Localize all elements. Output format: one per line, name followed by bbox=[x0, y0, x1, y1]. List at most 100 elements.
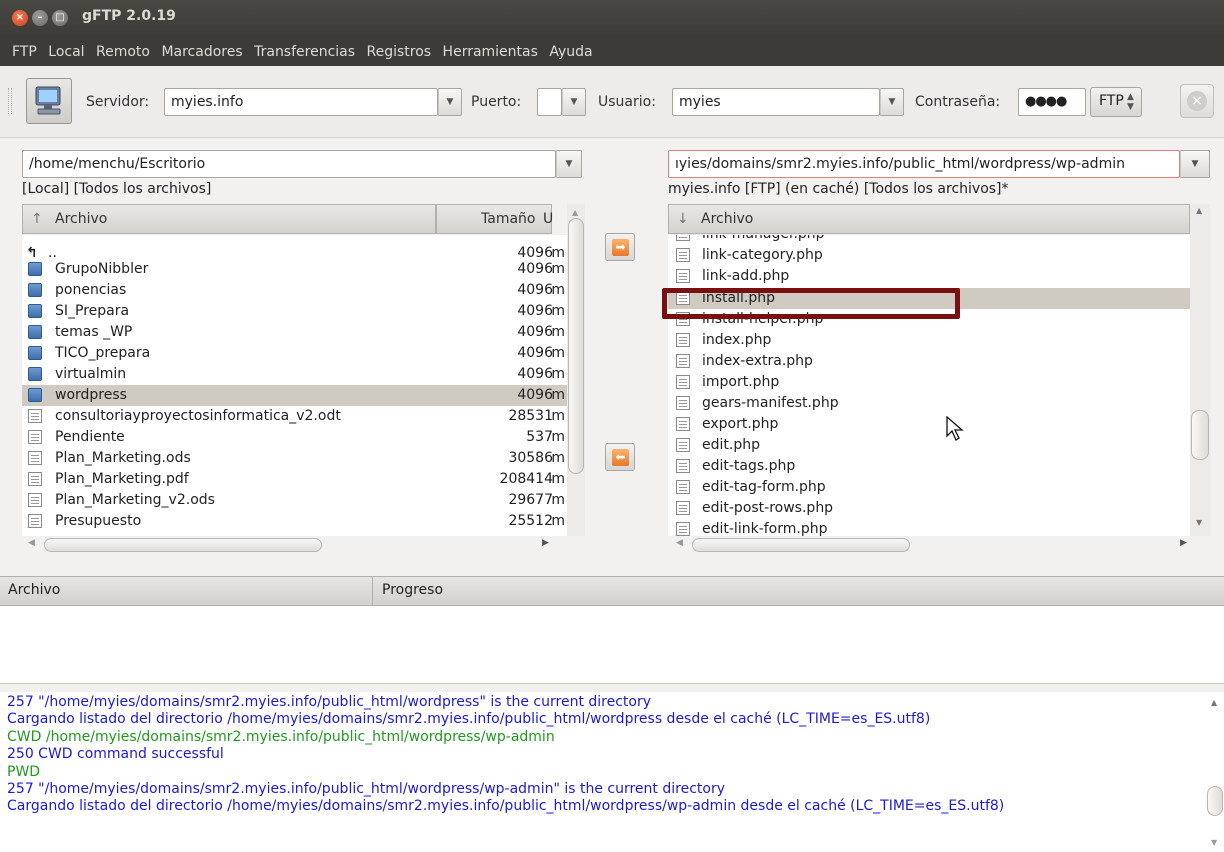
local-hscroll-thumb[interactable] bbox=[44, 538, 322, 552]
maximize-window-button[interactable]: □ bbox=[52, 10, 68, 26]
local-status: [Local] [Todos los archivos] bbox=[22, 181, 212, 197]
list-item[interactable]: Pendiente 537 m bbox=[22, 427, 567, 448]
menu-ayuda[interactable]: Ayuda bbox=[549, 36, 592, 68]
menu-herramientas[interactable]: Herramientas bbox=[443, 36, 538, 68]
list-item[interactable]: ponencias 4096 m bbox=[22, 280, 567, 301]
remote-path-dropdown-button[interactable]: ▼ bbox=[1180, 150, 1210, 178]
menu-local[interactable]: Local bbox=[48, 36, 84, 68]
close-window-button[interactable]: × bbox=[12, 10, 28, 26]
local-vertical-scrollbar[interactable]: ▲ bbox=[567, 204, 585, 536]
log-line: Cargando listado del directorio /home/my… bbox=[7, 798, 1005, 815]
list-item[interactable]: link-category.php bbox=[668, 245, 1190, 266]
scroll-up-icon: ▲ bbox=[1196, 206, 1203, 215]
list-item[interactable]: edit-post-rows.php bbox=[668, 498, 1190, 519]
list-item[interactable]: virtualmin 4096 m bbox=[22, 364, 567, 385]
port-dropdown-button[interactable]: ▼ bbox=[562, 88, 586, 116]
list-item[interactable]: edit-tags.php bbox=[668, 456, 1190, 477]
computer-icon bbox=[35, 86, 61, 115]
upload-button[interactable]: ➡ bbox=[605, 233, 635, 261]
list-item[interactable]: link-manager.php bbox=[668, 235, 1190, 245]
document-icon bbox=[676, 417, 690, 431]
list-item[interactable]: gears-manifest.php bbox=[668, 393, 1190, 414]
sort-up-icon: ↑ bbox=[31, 211, 43, 227]
scroll-left-icon: ◀ bbox=[676, 538, 683, 548]
list-item[interactable]: Plan_Marketing.pdf 208414 m bbox=[22, 469, 567, 490]
folder-icon bbox=[28, 262, 42, 276]
list-item[interactable]: edit-link-form.php bbox=[668, 519, 1190, 536]
local-col-size-header[interactable]: Tamaño U bbox=[436, 204, 553, 234]
log-scroll-thumb[interactable] bbox=[1207, 786, 1223, 816]
remote-scroll-thumb[interactable] bbox=[1191, 410, 1209, 460]
list-item[interactable]: export.php bbox=[668, 414, 1190, 435]
log-line: 257 "/home/myies/domains/smr2.myies.info… bbox=[7, 781, 725, 798]
local-path-dropdown-button[interactable]: ▼ bbox=[556, 150, 582, 178]
remote-file-list[interactable]: link-manager.php link-category.php link-… bbox=[668, 235, 1190, 536]
stop-button[interactable]: × bbox=[1180, 84, 1214, 118]
document-icon bbox=[28, 451, 42, 465]
list-item[interactable]: consultoriayproyectosinformatica_v2.odt … bbox=[22, 406, 567, 427]
list-item[interactable]: temas _WP 4096 m bbox=[22, 322, 567, 343]
remote-col-name-header[interactable]: ↓ Archivo bbox=[668, 204, 1190, 234]
remote-path-input[interactable]: ıyies/domains/smr2.myies.info/public_htm… bbox=[668, 150, 1180, 178]
remote-vertical-scrollbar[interactable]: ▲ ▼ bbox=[1190, 204, 1210, 536]
protocol-value: FTP bbox=[1099, 93, 1124, 109]
connect-button[interactable] bbox=[26, 78, 72, 124]
user-dropdown-button[interactable]: ▼ bbox=[880, 88, 904, 116]
list-item[interactable]: Plan_Marketing.ods 30586 m bbox=[22, 448, 567, 469]
list-item[interactable]: import.php bbox=[668, 372, 1190, 393]
menu-registros[interactable]: Registros bbox=[367, 36, 432, 68]
user-input[interactable]: myies bbox=[672, 88, 880, 116]
log-line: PWD bbox=[7, 763, 41, 780]
download-button[interactable]: ⬅ bbox=[605, 443, 635, 471]
transfers-col-file[interactable]: Archivo bbox=[8, 582, 60, 598]
menu-transferencias[interactable]: Transferencias bbox=[254, 36, 355, 68]
minimize-window-button[interactable]: – bbox=[32, 10, 48, 26]
scroll-down-icon: ▼ bbox=[1196, 518, 1203, 527]
protocol-select[interactable]: FTP ▲ ▼ bbox=[1090, 87, 1142, 117]
list-item[interactable]: Plan_Marketing_v2.ods 29677 m bbox=[22, 490, 567, 511]
list-item[interactable]: GrupoNibbler 4096 m bbox=[22, 259, 567, 280]
menu-marcadores[interactable]: Marcadores bbox=[161, 36, 242, 68]
local-scroll-thumb[interactable] bbox=[568, 218, 584, 474]
menu-remoto[interactable]: Remoto bbox=[96, 36, 150, 68]
spin-arrows-icon: ▲ ▼ bbox=[1127, 92, 1134, 112]
scroll-up-icon: ▲ bbox=[1211, 698, 1218, 707]
list-item[interactable]: index.php bbox=[668, 330, 1190, 351]
folder-icon bbox=[28, 346, 42, 360]
list-item[interactable]: link-add.php bbox=[668, 266, 1190, 287]
transfers-header: Archivo Progreso bbox=[0, 576, 1224, 606]
server-input[interactable]: myies.info bbox=[164, 88, 438, 116]
local-file-list[interactable]: ↰ .. 4096 m GrupoNibbler 4096 m ponencia… bbox=[22, 235, 567, 536]
list-item[interactable]: Presupuesto 25512 m bbox=[22, 511, 567, 532]
list-item[interactable]: edit-tag-form.php bbox=[668, 477, 1190, 498]
document-icon bbox=[28, 409, 42, 423]
document-icon bbox=[28, 493, 42, 507]
log-line: 257 "/home/myies/domains/smr2.myies.info… bbox=[7, 694, 652, 710]
list-item[interactable]: edit.php bbox=[668, 435, 1190, 456]
menu-ftp[interactable]: FTP bbox=[12, 36, 37, 68]
transfers-list[interactable] bbox=[0, 606, 1224, 684]
log-panel[interactable]: 257 "/home/myies/domains/smr2.myies.info… bbox=[0, 692, 1224, 852]
scroll-right-icon: ▶ bbox=[542, 538, 549, 548]
list-item[interactable]: SI_Prepara 4096 m bbox=[22, 301, 567, 322]
document-icon bbox=[676, 480, 690, 494]
transfers-col-progress[interactable]: Progreso bbox=[382, 582, 443, 598]
server-dropdown-button[interactable]: ▼ bbox=[438, 88, 462, 116]
local-horizontal-scrollbar[interactable]: ◀ ▶ bbox=[22, 537, 567, 553]
list-item[interactable]: TICO_prepara 4096 m bbox=[22, 343, 567, 364]
log-vertical-scrollbar[interactable]: ▲ ▼ bbox=[1206, 692, 1224, 852]
document-icon bbox=[28, 472, 42, 486]
window-title: gFTP 2.0.19 bbox=[82, 8, 176, 24]
local-col-name-header[interactable]: ↑ Archivo bbox=[22, 204, 436, 234]
port-input[interactable] bbox=[537, 88, 562, 116]
password-input[interactable]: ●●●● bbox=[1018, 88, 1086, 116]
list-item[interactable]: index-extra.php bbox=[668, 351, 1190, 372]
document-icon bbox=[676, 248, 690, 262]
server-label: Servidor: bbox=[86, 94, 150, 110]
remote-horizontal-scrollbar[interactable]: ◀ ▶ bbox=[668, 537, 1190, 553]
list-item-selected[interactable]: wordpress 4096 m bbox=[22, 385, 567, 406]
log-line: Cargando listado del directorio /home/my… bbox=[7, 711, 931, 728]
local-path-input[interactable]: /home/menchu/Escritorio bbox=[22, 150, 556, 178]
remote-hscroll-thumb[interactable] bbox=[692, 538, 910, 552]
toolbar-grip[interactable] bbox=[8, 88, 12, 114]
